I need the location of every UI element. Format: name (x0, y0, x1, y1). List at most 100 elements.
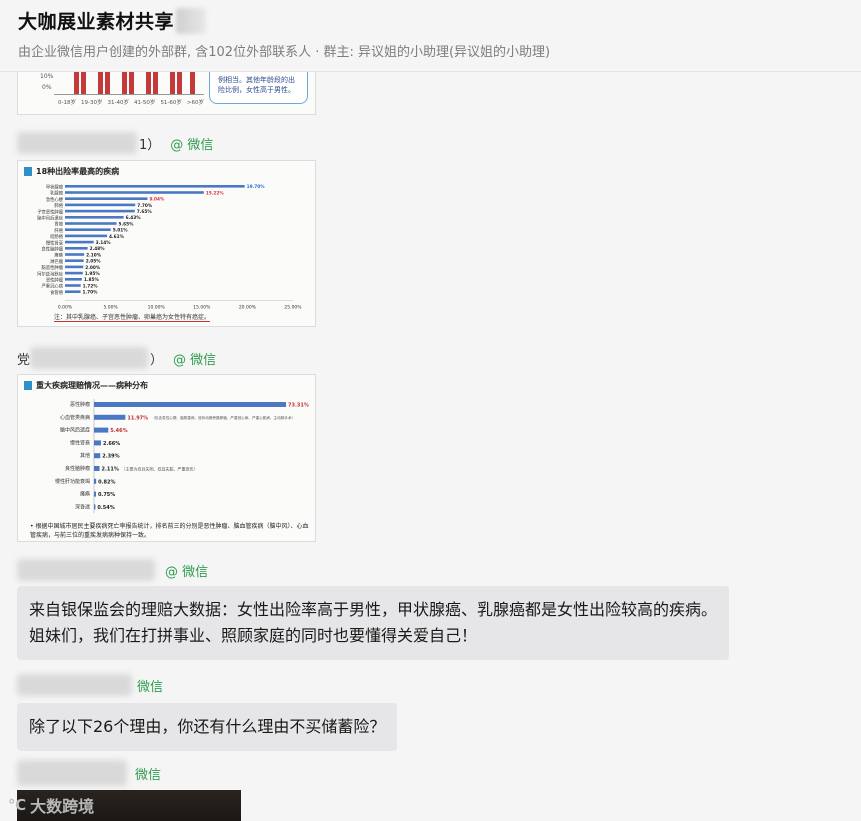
category-label: 肺癌 (54, 202, 63, 209)
category-label: 良性脑肿瘤 (65, 465, 90, 472)
data-label: 11.97% (127, 415, 148, 421)
data-label: 5.46% (110, 428, 127, 434)
wechat-source-label: @ 微信 (170, 137, 214, 153)
message-image-claims-chart[interactable]: 恶性肿瘤 73.31% 心血管类疾病 11.97% 脑中风后遗症 5.46% 慢性肾衰 2.6… (17, 374, 316, 542)
sender-name-prefix: 党 (17, 352, 31, 368)
group-title[interactable]: 大咖展业素材共享 (18, 7, 174, 34)
data-bar (65, 278, 82, 281)
category-label: 淋巴瘤 (50, 258, 64, 265)
category-label: 良性脑肿瘤 (42, 246, 64, 253)
data-bar (65, 191, 204, 194)
data-bar (65, 228, 111, 231)
title-marker (24, 381, 32, 390)
watermark-text: 大数跨境 (30, 797, 95, 816)
category-label: 胃癌 (54, 221, 63, 228)
message-text-bubble[interactable]: 来自银保监会的理赔大数据：女性出险率高于男性，甲状腺癌、乳腺癌都是女性出险较高的… (17, 586, 729, 660)
data-bar (94, 478, 97, 484)
data-label: 2.00% (85, 265, 101, 271)
age-chart-bar (190, 72, 195, 94)
x-tick-label: 20.00% (239, 305, 257, 311)
category-label: 乳腺癌 (50, 190, 64, 197)
data-bar (94, 504, 96, 510)
disease-bar-chart: 甲状腺癌 19.70% 乳腺癌 15.22% 急性心梗 9.04% 肺癌 7.70% 子宫恶性肿… (37, 184, 302, 311)
redacted-sender-name (30, 347, 149, 369)
category-label: 食管癌 (50, 289, 64, 296)
chart-title: 18种出险率最高的疾病 (24, 166, 119, 177)
data-bar (94, 414, 126, 420)
sender-name-suffix: 1） (139, 137, 161, 153)
data-label: 0.54% (97, 505, 114, 511)
age-chart-bar (170, 72, 175, 94)
data-bar (94, 491, 96, 497)
message-sender: 党 ） @ 微信 (17, 347, 216, 369)
message-text-bubble[interactable]: 除了以下26个理由，你还有什么理由不买储蓄险？ (17, 703, 398, 751)
data-label: 2.48% (90, 246, 106, 252)
x-tick-label: 15.00% (193, 305, 211, 311)
age-x-label: 51-60岁 (160, 100, 182, 106)
data-bar (65, 290, 81, 293)
age-chart-bar (105, 72, 110, 94)
data-label: 4.61% (109, 234, 125, 240)
data-label: 3.14% (96, 240, 112, 246)
category-label: 慢性肾衰 (46, 239, 64, 246)
age-chart-callout: 例相当。其他年龄段的出 险比例，女性高于男性。 (209, 72, 308, 104)
category-label: 瘫痪 (80, 491, 90, 498)
category-label: 深昏迷 (75, 503, 90, 510)
message-sender: @ 微信 (17, 559, 208, 581)
category-label: 其他 (80, 452, 90, 459)
data-label: 9.04% (149, 197, 165, 203)
chat-header: 大咖展业素材共享 由企业微信用户创建的外部群, 含102位外部联系人 · 群主:… (0, 0, 861, 72)
callout-line: 险比例，女性高于男性。 (218, 86, 295, 94)
data-label: 6.43% (126, 215, 142, 221)
age-chart-y-tick: 0% (42, 84, 52, 91)
category-label: 肝癌 (54, 227, 63, 234)
category-label: 严重冠心病 (42, 283, 64, 290)
wechat-source-label: @ 微信 (165, 564, 209, 580)
data-label: 7.65% (137, 209, 153, 215)
age-chart-y-tick: 10% (40, 73, 54, 80)
message-sender: 微信 (17, 760, 161, 786)
message-sender: 1） @ 微信 (17, 132, 213, 154)
data-bar (65, 234, 108, 238)
bar-annotation: （主要为双目失明、双耳失聪、严重烧伤） (122, 466, 198, 472)
data-label: 19.70% (247, 184, 266, 190)
category-label: 慢性肾衰 (70, 439, 90, 446)
claims-bar-chart: 恶性肿瘤 73.31% 心血管类疾病 11.97% 脑中风后遗症 5.46% 慢性肾衰 2.6… (55, 399, 309, 514)
callout-line: 例相当。其他年龄段的出 (218, 76, 295, 84)
category-label: 急性心梗 (46, 196, 64, 203)
watermark-logo-icon: ℃ (8, 796, 27, 814)
category-label: 脑中风后遗症 (37, 215, 63, 222)
category-label: 甲状腺癌 (46, 184, 64, 191)
data-label: 1.72% (83, 283, 99, 289)
category-label: 心血管类疾病 (60, 414, 90, 421)
category-label: 结肠癌 (50, 233, 64, 240)
data-label: 2.66% (103, 441, 120, 447)
data-bar (94, 427, 109, 433)
data-bar (65, 222, 117, 225)
chart-title: 重大疾病理赔情况——病种分布 (24, 380, 148, 391)
data-bar (65, 185, 245, 188)
data-bar (65, 247, 88, 250)
age-chart-bar (146, 72, 151, 94)
data-bar (65, 216, 124, 219)
message-list[interactable]: 10% 0% 0-18岁 19-30岁 31-40岁 41-50岁 51-60岁… (0, 72, 861, 821)
age-chart-bar (98, 72, 103, 94)
age-x-label: 41-50岁 (133, 100, 156, 106)
data-label: 1.95% (85, 271, 101, 277)
age-x-label: 19-30岁 (80, 100, 103, 106)
age-chart-bar (129, 72, 134, 94)
data-label: 0.82% (98, 479, 115, 485)
age-x-label: 0-18岁 (58, 100, 76, 106)
redacted-sender-name (17, 559, 155, 581)
message-image-age-chart[interactable]: 10% 0% 0-18岁 19-30岁 31-40岁 41-50岁 51-60岁… (17, 72, 316, 115)
category-label: 阿尔兹海默症 (37, 270, 63, 277)
data-bar (65, 284, 81, 287)
category-label: 慢性肝功能衰竭 (55, 478, 90, 485)
watermark: ℃ 大数跨境 (8, 793, 94, 817)
redacted-sender-name (17, 760, 127, 786)
redacted-sender-name (17, 674, 132, 696)
chart-footnote: • 根据中国城市居民主要疾病死亡率报告统计，排名前三的分别是恶性肿瘤、脑血管疾病… (30, 523, 309, 539)
category-label: 恶性肿瘤 (46, 277, 64, 284)
bar-annotation: （包含急性心梗、脑脓重病、冠状动脉旁路移植、严重冠心病、严重心肌病、主动脉手术） (151, 415, 295, 420)
message-image-disease-chart[interactable]: 甲状腺癌 19.70% 乳腺癌 15.22% 急性心梗 9.04% 肺癌 7.70% 子宫恶性肿… (17, 160, 316, 327)
